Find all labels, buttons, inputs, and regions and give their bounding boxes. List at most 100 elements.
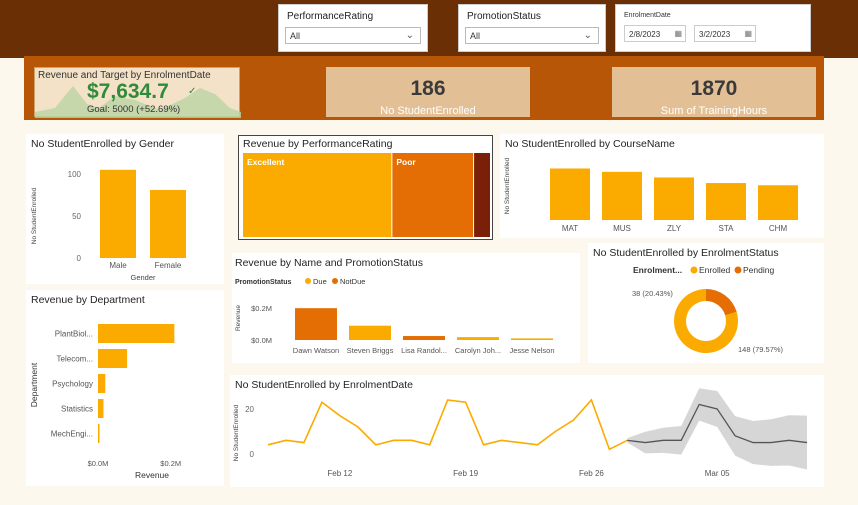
revenue-goal: Goal: 5000 (+52.69%) [87,104,181,115]
legend-marker-due [305,278,311,284]
x-axis-label: Gender [130,273,156,282]
y-tick-label: PlantBiol... [55,330,93,339]
training-label: Sum of TrainingHours [660,105,768,117]
students-card: 186 No StudentEnrolled [326,67,530,117]
y-tick-label: $0.2M [251,304,272,313]
legend-label: Due [313,277,327,286]
end-date-input[interactable]: 3/2/2023 ▦ [694,25,756,42]
y-axis-label: Revenue [235,305,242,331]
y-tick-label: MechEngi... [51,430,93,439]
treemap-label: Poor [396,157,416,167]
data-label-enrolled: 148 (79.57%) [738,345,784,354]
gender-chart[interactable]: No StudentEnrolled by Gender 0 50 100 Male F… [26,134,224,284]
x-tick-label: MAT [562,224,578,233]
y-tick-label: 0 [250,450,255,459]
legend-label: NotDue [340,277,365,286]
enrolment-status-chart-svg: Enrolment... Enrolled Pending 38 (20.43%) 14… [632,265,784,354]
donut-slice-pending [706,289,737,316]
y-tick-label: 50 [72,212,81,221]
bar-lisa-randol--- [403,336,445,340]
bar-jesse-nelson [511,338,553,340]
bar-mat [550,168,590,220]
x-tick-label: Female [155,261,182,270]
y-axis-label: No StudentEnrolled [31,187,38,244]
y-axis-label: Department [29,362,39,407]
enrolment-date-slicer[interactable]: EnrolmentDate 2/8/2023 ▦ 3/2/2023 ▦ [615,4,811,52]
x-tick-label: Lisa Randol... [401,346,447,355]
x-tick-label: ZLY [667,224,682,233]
enrolment-status-chart[interactable]: No StudentEnrolled by EnrolmentStatus En… [588,243,824,363]
calendar-icon[interactable]: ▦ [674,29,682,38]
bar-dawn-watson [295,308,337,340]
calendar-icon[interactable]: ▦ [744,29,752,38]
bar-psychology [98,374,106,393]
revenue-target-card: Revenue and Target by EnrolmentDate $7,6… [34,67,241,118]
x-tick-label: $0.0M [88,459,109,468]
course-chart[interactable]: No StudentEnrolled by CourseName MAT MUS Z… [500,134,824,238]
name-promotion-chart[interactable]: Revenue by Name and PromotionStatus Prom… [232,253,580,363]
students-value: 186 [410,77,446,100]
data-label-pending: 38 (20.43%) [632,289,673,298]
performance-treemap[interactable]: Revenue by PerformanceRating Excellent Po… [238,135,493,240]
bar-zly [654,177,694,220]
bar-male [100,169,136,258]
bar-carolyn-joh--- [457,337,499,340]
y-tick-label: $0.0M [251,336,272,345]
bar-chm [758,185,798,220]
bar-sta [706,183,746,220]
performance-treemap-svg: Excellent Poor [243,153,490,237]
revenue-value: $7,634.7 [87,80,169,103]
y-tick-label: Statistics [61,405,93,414]
bar-steven-briggs [349,325,391,340]
legend-marker-pending [734,266,742,274]
treemap-tile-other [474,153,490,237]
course-chart-svg: MAT MUS ZLY STA CHM No StudentEnrolled [504,157,798,233]
enrolment-date-chart-svg: 0 20 Feb 12 Feb 19 Feb 26 Mar 05 No StudentEnr… [233,388,808,478]
promotion-status-label: PromotionStatus [467,11,541,22]
performance-rating-slicer[interactable]: PerformanceRating All ⌄ [278,4,428,52]
x-tick-label: Carolyn Joh... [455,346,501,355]
name-promotion-chart-svg: PromotionStatus Due NotDue $0.0M $0.2M Dawn W… [235,277,555,355]
start-date-input[interactable]: 2/8/2023 ▦ [624,25,686,42]
training-value: 1870 [690,77,738,100]
students-label: No StudentEnrolled [380,105,476,117]
y-axis-label: No StudentEnrolled [504,157,511,214]
performance-rating-dropdown[interactable]: All ⌄ [285,27,421,44]
x-tick-label: Dawn Watson [293,346,339,355]
x-tick-label: $0.2M [160,459,181,468]
treemap-label: Excellent [247,157,284,167]
x-tick-label: STA [719,224,735,233]
legend-label: Enrolled [699,265,730,275]
enrolment-date-label: EnrolmentDate [624,12,671,19]
y-axis-label: No StudentEnrolled [233,404,240,461]
bar-telecom [98,349,128,368]
legend-title: Enrolment... [633,265,682,275]
performance-rating-label: PerformanceRating [287,11,374,22]
y-tick-label: 100 [68,170,82,179]
x-tick-label: CHM [769,224,788,233]
department-chart-svg: PlantBiol... Telecom... Psychology Statisti… [29,324,181,480]
x-tick-label: Feb 19 [453,469,478,478]
legend-title: PromotionStatus [235,279,291,286]
x-tick-label: Steven Briggs [347,346,394,355]
y-tick-label: 0 [77,254,82,263]
legend-marker-enrolled [690,266,698,274]
bar-mechengi [98,424,100,443]
x-tick-label: Jesse Nelson [509,346,554,355]
y-tick-label: 20 [245,405,254,414]
chevron-down-icon: ⌄ [583,30,592,41]
y-tick-label: Telecom... [57,355,93,364]
x-axis-label: Revenue [135,470,169,480]
check-icon: ✓ [188,86,197,97]
promotion-status-slicer[interactable]: PromotionStatus All ⌄ [458,4,606,52]
x-tick-label: Mar 05 [705,469,730,478]
bar-plantbiol [98,324,175,343]
y-tick-label: Psychology [52,380,93,389]
enrolment-date-chart[interactable]: No StudentEnrolled by EnrolmentDate 0 20 F… [230,375,824,487]
promotion-status-dropdown[interactable]: All ⌄ [465,27,599,44]
bar-mus [602,171,642,220]
forecast-band [627,388,807,470]
training-card: 1870 Sum of TrainingHours [612,67,816,117]
legend-label: Pending [743,265,774,275]
department-chart[interactable]: Revenue by Department PlantBiol... Teleco… [26,290,224,486]
